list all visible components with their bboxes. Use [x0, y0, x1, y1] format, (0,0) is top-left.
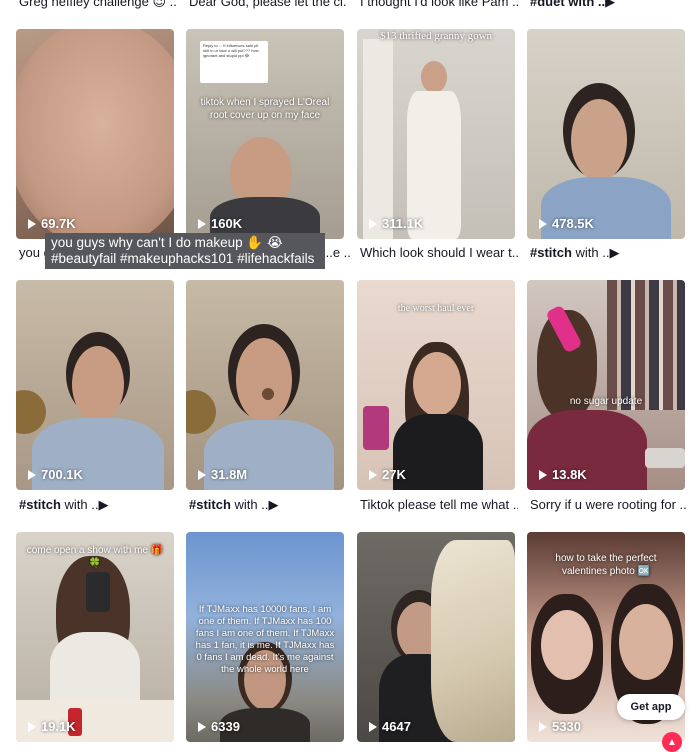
video-card-8[interactable]: no sugar update 13.8K [527, 280, 685, 490]
video-card-2[interactable]: Reply to ... If influences said pit shit… [186, 29, 344, 239]
video-card-9[interactable]: come open a show with me 🎁🍀 19.1K [16, 532, 174, 742]
play-icon [198, 469, 206, 480]
video-overlay-text: no sugar update [569, 396, 643, 407]
video-thumbnail [16, 29, 174, 239]
play-icon [28, 721, 36, 732]
chevron-up-icon: ▲ [667, 736, 677, 748]
video-overlay-text: $13 thrifted granny gown [379, 30, 493, 42]
view-count: 4647 [369, 719, 411, 734]
comment-reply-card: Reply to ... If influences said pit shit… [200, 41, 268, 83]
video-card-3[interactable]: $13 thrifted granny gown 311.1K [357, 29, 515, 239]
video-overlay-text: the worst haul ever [397, 303, 475, 314]
video-card-4[interactable]: 478.5K [527, 29, 685, 239]
view-count: 69.7K [28, 216, 76, 231]
caption-tooltip: you guys why can't I do makeup ✋ 😭 #beau… [45, 233, 325, 269]
video-caption[interactable]: #stitch with ..▶ [189, 497, 347, 513]
video-caption[interactable]: Tiktok please tell me what ... [360, 497, 518, 512]
view-count: 6339 [198, 719, 240, 734]
view-count: 13.8K [539, 467, 587, 482]
video-caption[interactable]: Which look should I wear t... [360, 245, 518, 260]
video-overlay-text: tiktok when I sprayed L'Oreal root cover… [200, 97, 330, 121]
view-count: 700.1K [28, 467, 83, 482]
video-caption[interactable]: Sorry if u were rooting for ... [530, 497, 688, 512]
wall-hat [16, 390, 46, 434]
play-icon [198, 721, 206, 732]
tooltip-line-1: you guys why can't I do makeup ✋ 😭 [51, 235, 283, 250]
tooltip-line-2: #beautyfail #makeuphacks101 #lifehackfai… [51, 251, 315, 266]
video-card-1[interactable]: 69.7K [16, 29, 174, 239]
video-grid: 69.7K Reply to ... If influences said pi… [0, 0, 699, 744]
view-count: 160K [198, 216, 242, 231]
play-icon [539, 721, 547, 732]
view-count: 311.1K [369, 216, 423, 231]
scroll-to-top-button[interactable]: ▲ [662, 732, 682, 752]
play-icon [369, 218, 377, 229]
play-icon [369, 721, 377, 732]
video-thumbnail [413, 352, 461, 416]
video-thumbnail [236, 338, 292, 422]
view-count: 5330 [539, 719, 581, 734]
play-icon [539, 469, 547, 480]
view-count: 478.5K [539, 216, 594, 231]
video-caption[interactable]: #stitch with ..▶ [19, 497, 177, 513]
video-card-5[interactable]: 700.1K [16, 280, 174, 490]
video-card-11[interactable]: 4647 [357, 532, 515, 742]
video-caption[interactable]: ...e ... [322, 245, 352, 260]
phone [86, 572, 110, 612]
coat [431, 540, 515, 742]
view-count: 19.1K [28, 719, 76, 734]
bag [363, 406, 389, 450]
video-caption[interactable]: #stitch with ..▶ [530, 245, 688, 261]
hashtag-link[interactable]: #stitch [189, 497, 231, 512]
video-thumbnail [571, 99, 627, 181]
video-card-7[interactable]: the worst haul ever 27K [357, 280, 515, 490]
play-icon [539, 218, 547, 229]
play-icon [28, 469, 36, 480]
play-icon [369, 469, 377, 480]
video-overlay-text: how to take the perfect valentines photo… [555, 553, 657, 577]
video-card-6[interactable]: 31.8M [186, 280, 344, 490]
video-overlay-text: If TJMaxx has 10000 fans, I am one of th… [195, 604, 335, 675]
door [363, 39, 393, 239]
video-card-10[interactable]: If TJMaxx has 10000 fans, I am one of th… [186, 532, 344, 742]
video-thumbnail [72, 346, 124, 422]
view-count: 27K [369, 467, 406, 482]
play-icon [198, 218, 206, 229]
hashtag-link[interactable]: #stitch [19, 497, 61, 512]
play-icon [28, 218, 36, 229]
hashtag-link[interactable]: #stitch [530, 245, 572, 260]
video-overlay-text: come open a show with me 🎁🍀 [26, 545, 164, 569]
wall-photos [607, 280, 685, 410]
view-count: 31.8M [198, 467, 247, 482]
get-app-button[interactable]: Get app [617, 694, 685, 720]
video-thumbnail [541, 610, 593, 680]
